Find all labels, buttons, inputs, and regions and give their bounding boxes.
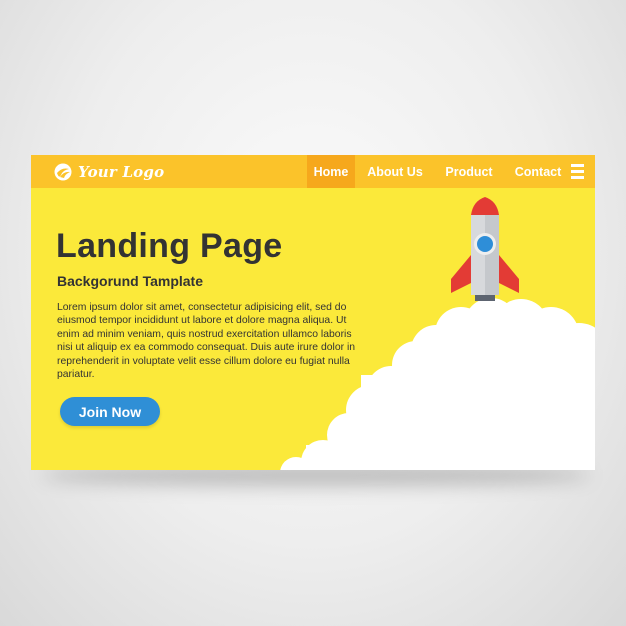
nav-about-us[interactable]: About Us — [358, 155, 432, 188]
nav-product[interactable]: Product — [436, 155, 502, 188]
nav-contact[interactable]: Contact — [506, 155, 570, 188]
hamburger-menu-icon[interactable] — [571, 164, 584, 180]
main-nav: Home About Us Product Contact — [307, 155, 570, 188]
logo-text: Your Logo — [78, 163, 165, 181]
page-title: Landing Page — [56, 227, 283, 265]
nav-home[interactable]: Home — [307, 155, 355, 188]
swirl-logo-icon — [54, 163, 72, 181]
landing-page-card: Your Logo Home About Us Product Contact … — [31, 155, 595, 470]
join-now-button[interactable]: Join Now — [60, 397, 160, 426]
top-navigation-bar: Your Logo Home About Us Product Contact — [31, 155, 595, 188]
brand-logo[interactable]: Your Logo — [53, 162, 164, 182]
hero-description: Lorem ipsum dolor sit amet, consectetur … — [57, 302, 356, 381]
rocket-icon — [451, 197, 519, 335]
page-subtitle: Backgorund Tamplate — [57, 273, 203, 289]
